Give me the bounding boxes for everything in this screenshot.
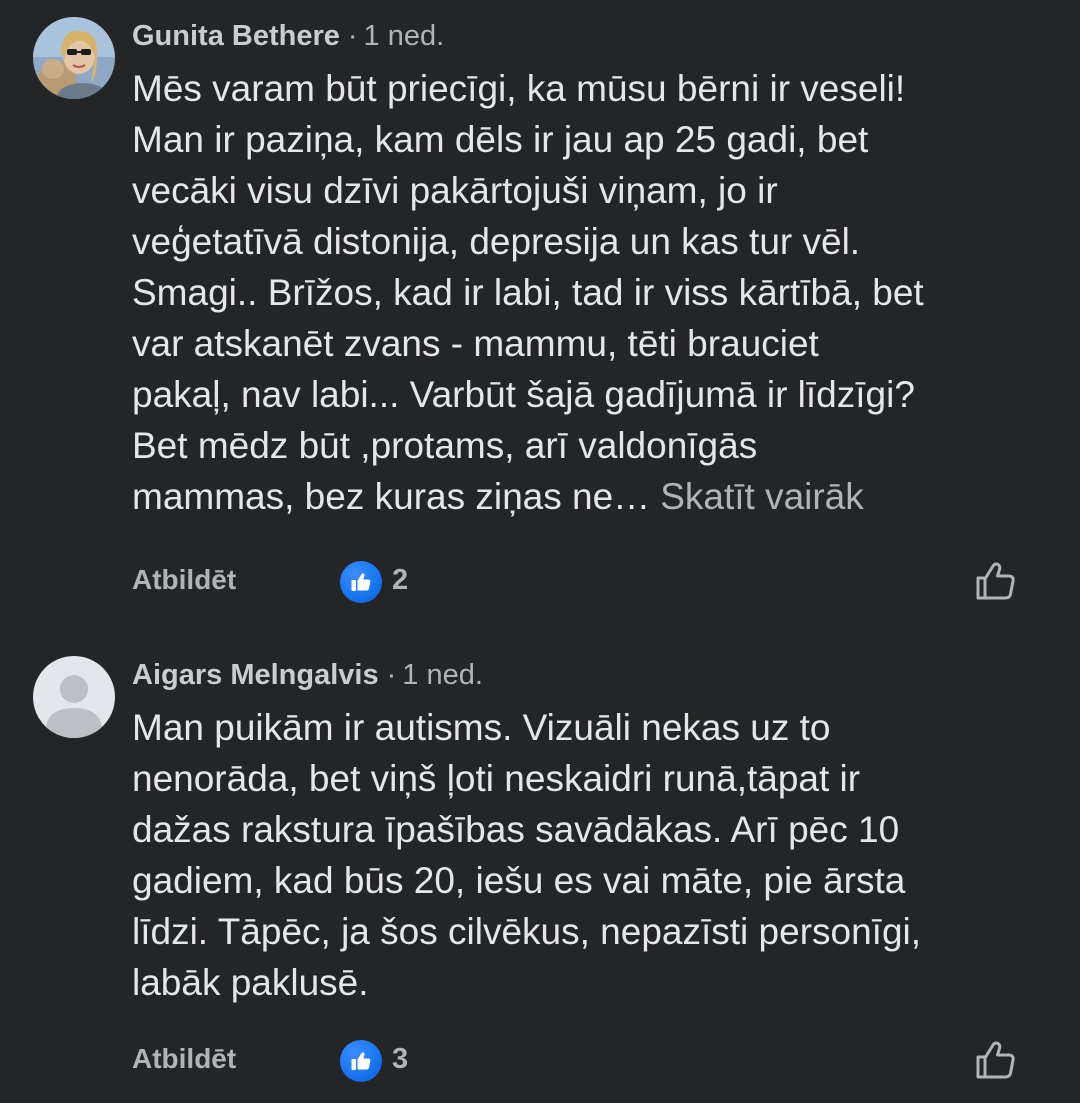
comment-text-line: Mēs varam būt priecīgi, ka mūsu bērni ir… bbox=[132, 68, 906, 109]
separator-dot: · bbox=[347, 20, 358, 52]
comment-text-line: veģetatīvā distonija, depresija un kas t… bbox=[132, 221, 861, 262]
like-icon[interactable] bbox=[340, 561, 382, 603]
comment-text: Man puikām ir autisms. Vizuāli nekas uz … bbox=[132, 702, 1052, 1008]
comment-text-line: līdzi. Tāpēc, ja šos cilvēkus, nepazīsti… bbox=[132, 911, 922, 952]
reply-button[interactable]: Atbildēt bbox=[132, 564, 236, 596]
reply-button[interactable]: Atbildēt bbox=[132, 1043, 236, 1075]
avatar[interactable] bbox=[33, 17, 115, 99]
comment-text-line: nenorāda, bet viņš ļoti neskaidri runā,t… bbox=[132, 758, 861, 799]
comment-actions: Atbildēt 2 bbox=[0, 557, 1080, 607]
comment-text-line: Man puikām ir autisms. Vizuāli nekas uz … bbox=[132, 707, 831, 748]
timestamp[interactable]: 1 ned. bbox=[402, 659, 483, 691]
comment-item: Aigars Melngalvis · 1 ned. Man puikām ir a… bbox=[0, 640, 1080, 1103]
comment-header: Gunita Bethere · 1 ned. bbox=[132, 18, 444, 54]
thumbs-up-filled-icon bbox=[351, 1052, 371, 1070]
comment-text-line: var atskanēt zvans - mammu, tēti braucie… bbox=[132, 323, 819, 364]
reaction-count[interactable]: 2 bbox=[392, 564, 408, 597]
comment-text-line: vecāki visu dzīvi pakārtojuši viņam, jo … bbox=[132, 170, 778, 211]
comment-text-line: labāk paklusē. bbox=[132, 962, 369, 1003]
avatar[interactable] bbox=[33, 656, 115, 738]
comment-item: Gunita Bethere · 1 ned. Mēs varam būt prie… bbox=[0, 0, 1080, 640]
separator-dot: · bbox=[386, 659, 397, 691]
comment-text-line: Man ir paziņa, kam dēls ir jau ap 25 gad… bbox=[132, 119, 869, 160]
default-profile-icon bbox=[33, 656, 115, 738]
profile-photo-icon bbox=[33, 17, 115, 99]
comment-text-line: Bet mēdz būt ,protams, arī valdonīgās bbox=[132, 425, 758, 466]
comment-text-line: gadiem, kad būs 20, iešu es vai māte, pi… bbox=[132, 860, 906, 901]
author-name[interactable]: Aigars Melngalvis bbox=[132, 659, 379, 691]
comment-text: Mēs varam būt priecīgi, ka mūsu bērni ir… bbox=[132, 63, 1052, 522]
comment-actions: Atbildēt 3 bbox=[0, 1036, 1080, 1086]
like-icon[interactable] bbox=[340, 1040, 382, 1082]
thumbs-up-outline-icon bbox=[976, 562, 1015, 600]
like-button[interactable] bbox=[973, 1037, 1019, 1083]
author-name[interactable]: Gunita Bethere bbox=[132, 20, 340, 52]
timestamp[interactable]: 1 ned. bbox=[364, 20, 445, 52]
comment-text-line: Smagi.. Brīžos, kad ir labi, tad ir viss… bbox=[132, 272, 924, 313]
reaction-count[interactable]: 3 bbox=[392, 1043, 408, 1076]
comment-text-line-last: mammas, bez kuras ziņas ne… Skatīt vairāk bbox=[132, 471, 1052, 522]
thumbs-up-outline-icon bbox=[976, 1041, 1015, 1079]
comment-header: Aigars Melngalvis · 1 ned. bbox=[132, 657, 483, 693]
see-more-link[interactable]: Skatīt vairāk bbox=[660, 476, 864, 517]
comment-text-line: pakaļ, nav labi... Varbūt šajā gadījumā … bbox=[132, 374, 915, 415]
thumbs-up-filled-icon bbox=[351, 573, 371, 591]
like-button[interactable] bbox=[973, 558, 1019, 604]
comment-text-truncated: mammas, bez kuras ziņas ne… bbox=[132, 476, 651, 517]
comment-text-line: dažas rakstura īpašības savādākas. Arī p… bbox=[132, 809, 900, 850]
